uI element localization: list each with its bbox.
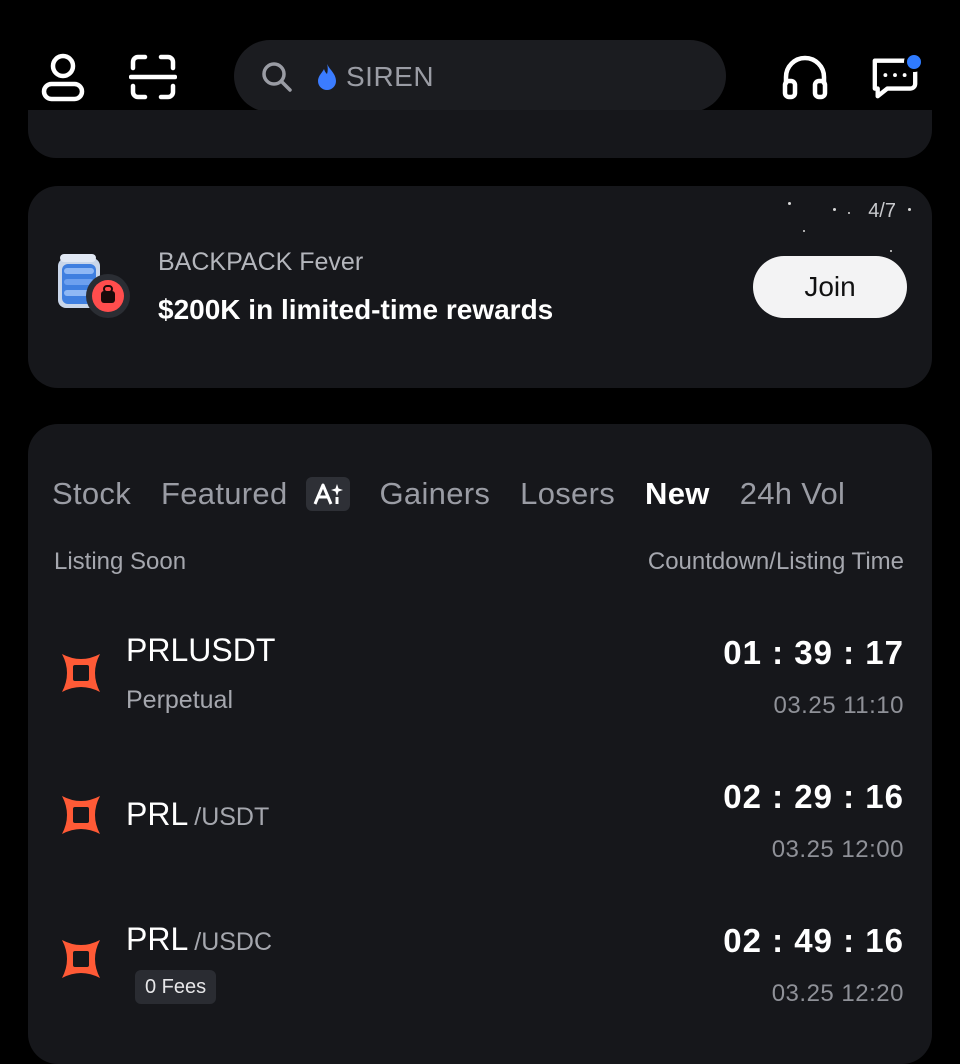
- ai-sparkle-icon[interactable]: [305, 477, 350, 511]
- row-1-listing-time: 03.25 11:10: [773, 692, 904, 719]
- row-3-symbol-text: PRL: [126, 921, 189, 957]
- promo-banner[interactable]: 4/7 BACKPACK Fever $200K in limited-time…: [28, 186, 932, 388]
- backpack-logo-icon: [58, 254, 130, 318]
- support-headset-icon[interactable]: [780, 50, 830, 104]
- row-1-countdown: 01 : 39 : 17: [723, 634, 904, 671]
- tab-stock[interactable]: Stock: [52, 476, 131, 512]
- profile-icon[interactable]: [38, 50, 88, 104]
- zero-fees-badge: 0 Fees: [135, 970, 217, 1004]
- row-2-symbol[interactable]: PRL/USDT: [126, 796, 269, 833]
- row-2-listing-time: 03.25 12:00: [771, 836, 904, 863]
- tab-24h-vol[interactable]: 24h Vol: [740, 476, 846, 512]
- promo-title: $200K in limited-time rewards: [158, 294, 554, 325]
- scan-icon[interactable]: [128, 50, 178, 104]
- prl-token-logo-icon: [62, 796, 100, 834]
- tab-gainers[interactable]: Gainers: [380, 476, 491, 512]
- row-3-symbol[interactable]: PRL/USDC: [126, 921, 272, 958]
- search-text: SIREN: [346, 61, 435, 92]
- row-1-symbol[interactable]: PRLUSDT: [126, 632, 275, 669]
- row-2-symbol-text: PRL: [126, 796, 189, 832]
- row-3-listing-time: 03.25 12:20: [771, 980, 904, 1007]
- market-tabs: Stock Featured Gainers Losers New 24h Vo…: [52, 474, 845, 514]
- row-3-countdown: 02 : 49 : 16: [723, 922, 904, 959]
- row-1-symbol-text: PRLUSDT: [126, 632, 276, 668]
- row-3-quote: /USDC: [194, 928, 273, 956]
- promo-subtitle: BACKPACK Fever: [158, 248, 364, 276]
- join-button[interactable]: Join: [753, 256, 907, 318]
- tab-new[interactable]: New: [645, 476, 710, 512]
- column-header-countdown: Countdown/Listing Time: [647, 548, 904, 575]
- prl-token-logo-icon: [62, 654, 100, 692]
- tab-losers[interactable]: Losers: [520, 476, 615, 512]
- tab-featured[interactable]: Featured: [161, 476, 287, 512]
- prl-token-logo-icon: [62, 940, 100, 978]
- row-2-quote: /USDT: [194, 803, 270, 831]
- row-2-countdown: 02 : 29 : 16: [723, 778, 904, 815]
- market-list-card: Stock Featured Gainers Losers New 24h Vo…: [28, 424, 932, 1064]
- row-1-type: Perpetual: [126, 686, 234, 714]
- previous-card: [28, 110, 932, 158]
- banner-counter: 4/7: [868, 200, 896, 222]
- search-icon: [262, 62, 292, 92]
- column-header-listing-soon: Listing Soon: [54, 548, 187, 575]
- search-bar[interactable]: SIREN: [234, 40, 726, 112]
- notification-dot: [904, 52, 924, 72]
- flame-icon: [318, 64, 336, 90]
